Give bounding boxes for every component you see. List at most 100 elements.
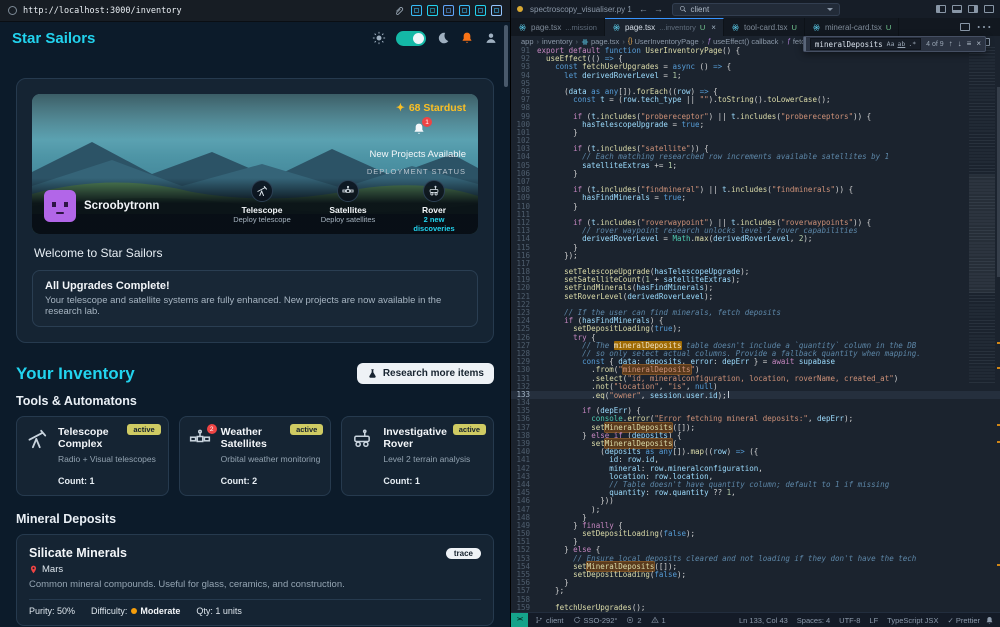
tab-label: page.tsx <box>531 22 562 32</box>
site-info-icon[interactable] <box>8 6 17 15</box>
browser-extension-icons[interactable] <box>411 5 502 16</box>
tool-card[interactable]: active 2 Weather Satellites Orbital weather… <box>178 416 332 496</box>
count-badge: 2 <box>206 424 217 434</box>
code-line[interactable]: 106 } <box>511 169 1000 178</box>
breadcrumb-item[interactable]: ƒ useEffect() callback <box>707 37 778 46</box>
code-line[interactable]: 100 hasTelescopeUpgrade = true; <box>511 120 1000 129</box>
minimap-slider[interactable] <box>969 175 995 293</box>
status-error[interactable]: 2 <box>626 616 642 625</box>
extensions-icon[interactable] <box>443 5 454 16</box>
code-line[interactable]: 101 } <box>511 128 1000 137</box>
back-icon[interactable]: ← <box>639 4 648 14</box>
more-actions-icon[interactable]: ⋯ <box>976 17 992 37</box>
regex-icon[interactable]: .* <box>908 40 916 48</box>
user-profile-icon[interactable] <box>484 31 498 45</box>
page-scrollbar[interactable] <box>504 25 508 87</box>
rover-icon <box>423 179 445 202</box>
status-left-items: client SSO-292° 2 1 <box>528 616 666 625</box>
status-item[interactable]: Ln 133, Col 43 <box>739 616 788 625</box>
paperclip-icon[interactable] <box>393 5 405 17</box>
status-bar: >< client SSO-292° 2 1 Ln 133, Col 43 Spaces… <box>511 612 1000 627</box>
code-line[interactable]: 110 } <box>511 201 1000 211</box>
breadcrumb-item[interactable]: app <box>521 37 534 46</box>
close-icon[interactable]: × <box>711 23 716 32</box>
status-bell-icon[interactable] <box>985 616 1000 625</box>
editor-tab[interactable]: page.tsx ...mission <box>511 18 605 36</box>
whole-word-icon[interactable]: ab <box>897 40 905 48</box>
status-item[interactable]: TypeScript JSX <box>887 616 938 625</box>
previous-match-icon[interactable]: ↑ <box>949 40 953 48</box>
code-line[interactable]: 94 let derivedRoverLevel = 1; <box>511 71 1000 80</box>
tool-card[interactable]: active Telescope Complex Radio + Visual te… <box>16 416 169 496</box>
editor-tab[interactable]: page.tsx ...inventory U × <box>604 18 724 36</box>
theme-toggle[interactable] <box>396 30 426 46</box>
devtools-icon[interactable] <box>491 5 502 16</box>
status-branch[interactable]: client <box>535 616 564 625</box>
code-line[interactable]: 159 fetchUserUpgrades(); <box>511 603 1000 612</box>
hero-bell-icon[interactable]: 1 <box>412 117 432 136</box>
code-area[interactable]: 91 export default function UserInventoryP… <box>511 47 1000 612</box>
split-editor-icon[interactable] <box>960 23 970 31</box>
code-editor[interactable]: 91 export default function UserInventoryP… <box>511 47 1000 612</box>
color-picker-icon[interactable] <box>459 5 470 16</box>
command-center-search[interactable]: client <box>671 2 840 16</box>
close-icon[interactable]: × <box>976 40 981 48</box>
status-item[interactable]: LF <box>869 616 878 625</box>
find-input[interactable]: mineralDeposits Aa ab .* <box>809 38 922 50</box>
code-line[interactable]: 105 satelliteExtras += 1; <box>511 161 1000 170</box>
remote-indicator[interactable]: >< <box>511 612 528 627</box>
breadcrumb-label: UserInventoryPage <box>634 37 699 46</box>
mineral-card[interactable]: Silicate Minerals trace Mars Common mine… <box>16 534 494 626</box>
code-line[interactable]: 157 }; <box>511 587 1000 595</box>
toggle-sidebar-icon[interactable] <box>936 5 946 13</box>
status-item[interactable]: Spaces: 4 <box>797 616 830 625</box>
breadcrumb-item[interactable]: {} UserInventoryPage <box>628 37 699 46</box>
tools-row: active Telescope Complex Radio + Visual te… <box>16 416 495 496</box>
status-label: client <box>546 615 564 625</box>
url-text[interactable]: http://localhost:3000/inventory <box>23 6 182 16</box>
code-line[interactable]: 97 const t = (row.tech_type || "").toStr… <box>511 95 1000 104</box>
avatar[interactable] <box>44 190 76 222</box>
match-case-icon[interactable]: Aa <box>887 40 895 48</box>
deployment-stat[interactable]: Rover 2 new discoveries <box>402 179 466 233</box>
next-match-icon[interactable]: ↓ <box>958 40 962 48</box>
code-line[interactable]: 132 .not("location", "is", null) <box>511 382 1000 391</box>
tool-body: Weather Satellites Orbital weather monito… <box>221 426 322 486</box>
status-item[interactable]: ✓ Prettier <box>947 616 980 625</box>
code-line[interactable]: 155 setDepositLoading(false); <box>511 570 1000 579</box>
code-line[interactable]: 115 } <box>511 243 1000 252</box>
status-item[interactable]: UTF-8 <box>839 616 860 625</box>
camera-icon[interactable] <box>427 5 438 16</box>
customize-layout-icon[interactable] <box>984 5 994 13</box>
telescope-icon <box>26 428 50 452</box>
code-line[interactable]: 116 }); <box>511 251 1000 260</box>
code-line[interactable]: 150 setDepositLoading(false); <box>511 529 1000 538</box>
breadcrumb-label: app <box>521 37 534 46</box>
toggle-panel-icon[interactable] <box>952 5 962 13</box>
breadcrumb-item[interactable]: inventory <box>542 37 572 46</box>
toggle-secondary-sidebar-icon[interactable] <box>968 5 978 13</box>
active-badge: active <box>127 424 161 435</box>
code-text: } <box>537 201 578 211</box>
code-line[interactable]: 114 derivedRoverLevel = Math.max(derived… <box>511 235 1000 243</box>
research-more-items-button[interactable]: Research more items <box>356 363 494 384</box>
find-in-selection-icon[interactable]: ≡ <box>967 40 972 48</box>
stat-sub: Deploy telescope <box>233 214 291 224</box>
sun-icon <box>372 31 386 45</box>
code-line[interactable]: 121 setRoverLevel(derivedRoverLevel); <box>511 292 1000 301</box>
forward-icon[interactable]: → <box>654 4 663 14</box>
editor-tab[interactable]: mineral-card.tsx U <box>805 18 900 36</box>
code-line[interactable]: 109 hasFindMinerals = true; <box>511 194 1000 202</box>
notifications-bell-icon[interactable] <box>460 31 474 45</box>
screenshot-icon[interactable] <box>411 5 422 16</box>
layout-icon[interactable] <box>475 5 486 16</box>
deployment-stat[interactable]: Telescope Deploy telescope <box>230 179 294 233</box>
editor-tab[interactable]: tool-card.tsx U <box>724 18 805 36</box>
code-line[interactable]: 156 } <box>511 578 1000 587</box>
deployment-stat[interactable]: Satellites Deploy satellites <box>316 179 380 233</box>
code-line[interactable]: 133 .eq("owner", session.user.id); <box>511 390 1000 399</box>
status-sync[interactable]: SSO-292° <box>573 616 617 625</box>
breadcrumb-item[interactable]: page.tsx <box>581 37 619 46</box>
tool-card[interactable]: active Investigative Rover Level 2 terrain… <box>341 416 495 496</box>
status-warning[interactable]: 1 <box>650 616 666 625</box>
